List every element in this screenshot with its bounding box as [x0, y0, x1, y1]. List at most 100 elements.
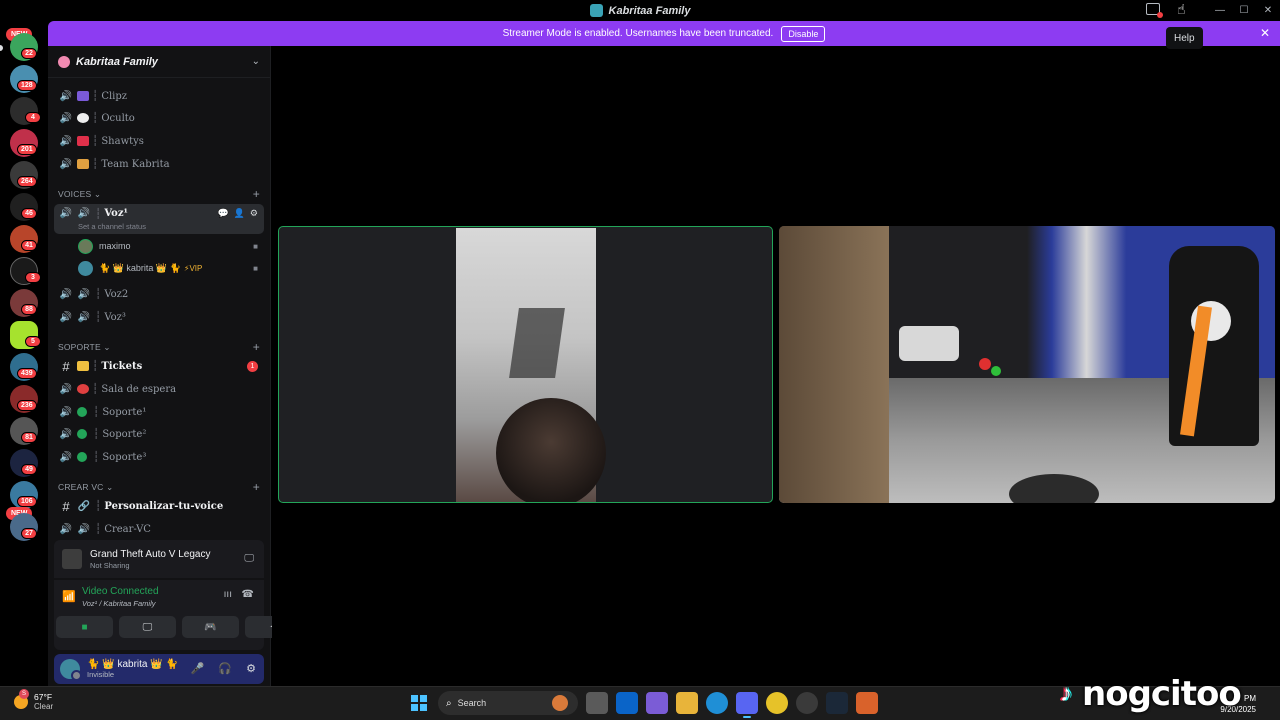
video-tile-speaking[interactable]	[278, 226, 773, 503]
channel-label: Tickets	[101, 360, 143, 372]
channel-oculto[interactable]: 🔊 ┆ Oculto	[54, 108, 264, 128]
help-icon[interactable]: ☝	[1177, 1, 1186, 18]
connection-location[interactable]: Voz¹ / Kabritaa Family	[82, 599, 156, 608]
video-tile[interactable]	[779, 226, 1275, 503]
discord-icon[interactable]	[736, 692, 758, 718]
user-panel: 🐈 👑 kabrita 👑 🐈 Invisible 🎤 🎧 ⚙	[54, 654, 264, 684]
hashtag-icon: #	[62, 358, 70, 374]
close-banner-icon[interactable]: ✕	[1260, 26, 1270, 40]
add-channel-icon[interactable]: +	[253, 340, 260, 354]
taskbar-search[interactable]: ⌕ Search	[438, 691, 578, 715]
disable-streamer-mode-button[interactable]: Disable	[781, 25, 826, 42]
gear-icon[interactable]: ⚙	[246, 662, 256, 675]
channel-tickets[interactable]: # ┆ Tickets 1	[54, 356, 264, 376]
activity-panel: Grand Theft Auto V Legacy Not Sharing 🖵	[54, 540, 264, 578]
channel-voz3[interactable]: 🔊 🔊 ┆ Voz³	[54, 307, 264, 327]
file-explorer-icon[interactable]	[676, 692, 698, 714]
mention-badge: 439	[17, 368, 37, 379]
screen-share-button[interactable]: 🖵	[119, 616, 176, 638]
chrome-icon[interactable]	[766, 692, 788, 714]
speaker-icon: 🔊	[77, 288, 91, 300]
voice-user[interactable]: 🐈 👑 kabrita 👑 🐈 ⚡VIP ■	[78, 258, 264, 278]
channel-status-placeholder[interactable]: Set a channel status	[78, 222, 146, 231]
mention-badge: 49	[21, 464, 37, 475]
category-voices[interactable]: VOICES ⌄ +	[58, 187, 264, 201]
channel-team-kabrita[interactable]: 🔊 ┆ Team Kabrita	[54, 154, 264, 174]
channel-soporte-2[interactable]: 🔊 ┆ Soporte²	[54, 424, 264, 444]
add-channel-icon[interactable]: +	[253, 480, 260, 494]
activities-button[interactable]: 🎮	[182, 616, 239, 638]
gear-icon[interactable]: ⚙	[250, 208, 258, 219]
chat-icon[interactable]: 💬	[217, 208, 228, 219]
minimize-icon[interactable]: —	[1208, 0, 1232, 21]
category-soporte[interactable]: SOPORTE ⌄ +	[58, 340, 264, 354]
search-placeholder: Search	[457, 698, 487, 708]
channel-voz2[interactable]: 🔊 🔊 ┆ Voz2	[54, 284, 264, 304]
channel-soporte-3[interactable]: 🔊 ┆ Soporte³	[54, 447, 264, 467]
voice-user[interactable]: maximo ■	[78, 236, 264, 256]
help-tooltip: Help	[1166, 27, 1203, 49]
channel-label: Voz2	[104, 288, 129, 300]
server-name: Kabritaa Family	[76, 55, 158, 68]
app-icon[interactable]	[856, 692, 878, 714]
title-bar: Kabritaa Family ☝ — ☐ ✕	[0, 0, 1280, 21]
copilot-icon[interactable]	[646, 692, 668, 714]
outlook-icon[interactable]	[616, 692, 638, 714]
mention-badge: 264	[17, 176, 37, 187]
channel-shawtys[interactable]: 🔊 ┆ Shawtys	[54, 131, 264, 151]
signal-icon[interactable]: 📶	[62, 590, 76, 603]
camera-icon: ■	[253, 241, 258, 251]
inbox-icon[interactable]	[1146, 3, 1163, 18]
avatar[interactable]	[60, 659, 82, 681]
channel-personalizar[interactable]: # 🔗 ┆ Personalizar-tu-voice	[54, 496, 264, 516]
speaker-icon: 🔊	[77, 523, 91, 535]
speaker-icon: 🔊	[59, 383, 73, 395]
channel-sala-de-espera[interactable]: 🔊 ┆ Sala de espera	[54, 379, 264, 399]
invite-icon[interactable]: 👤	[234, 208, 245, 219]
task-view-icon[interactable]	[586, 692, 608, 714]
chevron-down-icon: ⌄	[251, 56, 260, 67]
channel-emoji-icon	[77, 91, 89, 101]
disconnect-icon[interactable]: ☎	[242, 589, 254, 600]
speaker-icon: 🔊	[59, 208, 73, 219]
weather-widget[interactable]: 67°F Clear	[14, 688, 53, 711]
channel-label: Oculto	[101, 112, 135, 124]
edge-icon[interactable]	[706, 692, 728, 714]
channel-soporte-1[interactable]: 🔊 ┆ Soporte¹	[54, 402, 264, 422]
channel-label: Soporte²	[102, 428, 147, 440]
obs-icon[interactable]	[796, 692, 818, 714]
speaker-icon: 🔊	[59, 158, 73, 170]
channel-label: Crear-VC	[104, 523, 151, 535]
ticket-icon	[77, 361, 89, 371]
speaker-icon: 🔊	[59, 406, 73, 418]
category-label: SOPORTE	[58, 342, 101, 352]
camera-button[interactable]: ■	[56, 616, 113, 638]
avatar	[78, 238, 93, 254]
tiktok-watermark: ♪ nogcitoo	[1060, 674, 1242, 714]
channel-crear-vc[interactable]: 🔊 🔊 ┆ Crear-VC	[54, 519, 264, 539]
microphone-icon[interactable]: 🎤	[191, 662, 205, 675]
maximize-icon[interactable]: ☐	[1232, 0, 1256, 21]
category-crear-vc[interactable]: CREAR VC ⌄ +	[58, 480, 264, 494]
noise-suppression-icon[interactable]: ııı	[224, 589, 232, 600]
share-screen-icon[interactable]: 🖵	[244, 553, 254, 564]
channel-voz1-active[interactable]: 🔊 🔊 ┆ Voz¹ Set a channel status 💬 👤 ⚙	[54, 204, 264, 234]
headphones-icon[interactable]: 🎧	[218, 662, 232, 675]
mention-badge: 27	[21, 528, 37, 539]
mention-badge: 22	[21, 48, 37, 59]
video-stage	[272, 46, 1280, 686]
mention-badge: 5	[25, 336, 41, 347]
connection-state: Video Connected	[82, 586, 159, 597]
add-channel-icon[interactable]: +	[253, 187, 260, 201]
start-button[interactable]	[408, 692, 430, 714]
channel-label: Shawtys	[101, 135, 144, 147]
steam-icon[interactable]	[826, 692, 848, 714]
close-window-icon[interactable]: ✕	[1256, 0, 1280, 21]
server-header[interactable]: Kabritaa Family ⌄	[48, 46, 270, 78]
unread-count-badge: 1	[247, 361, 258, 372]
speaker-icon: 🔊	[77, 208, 91, 219]
channel-clipz[interactable]: 🔊 ┆ Clipz	[54, 86, 264, 106]
window-controls: — ☐ ✕	[1208, 0, 1280, 21]
bow-icon	[77, 136, 89, 146]
mention-badge: 128	[17, 80, 37, 91]
